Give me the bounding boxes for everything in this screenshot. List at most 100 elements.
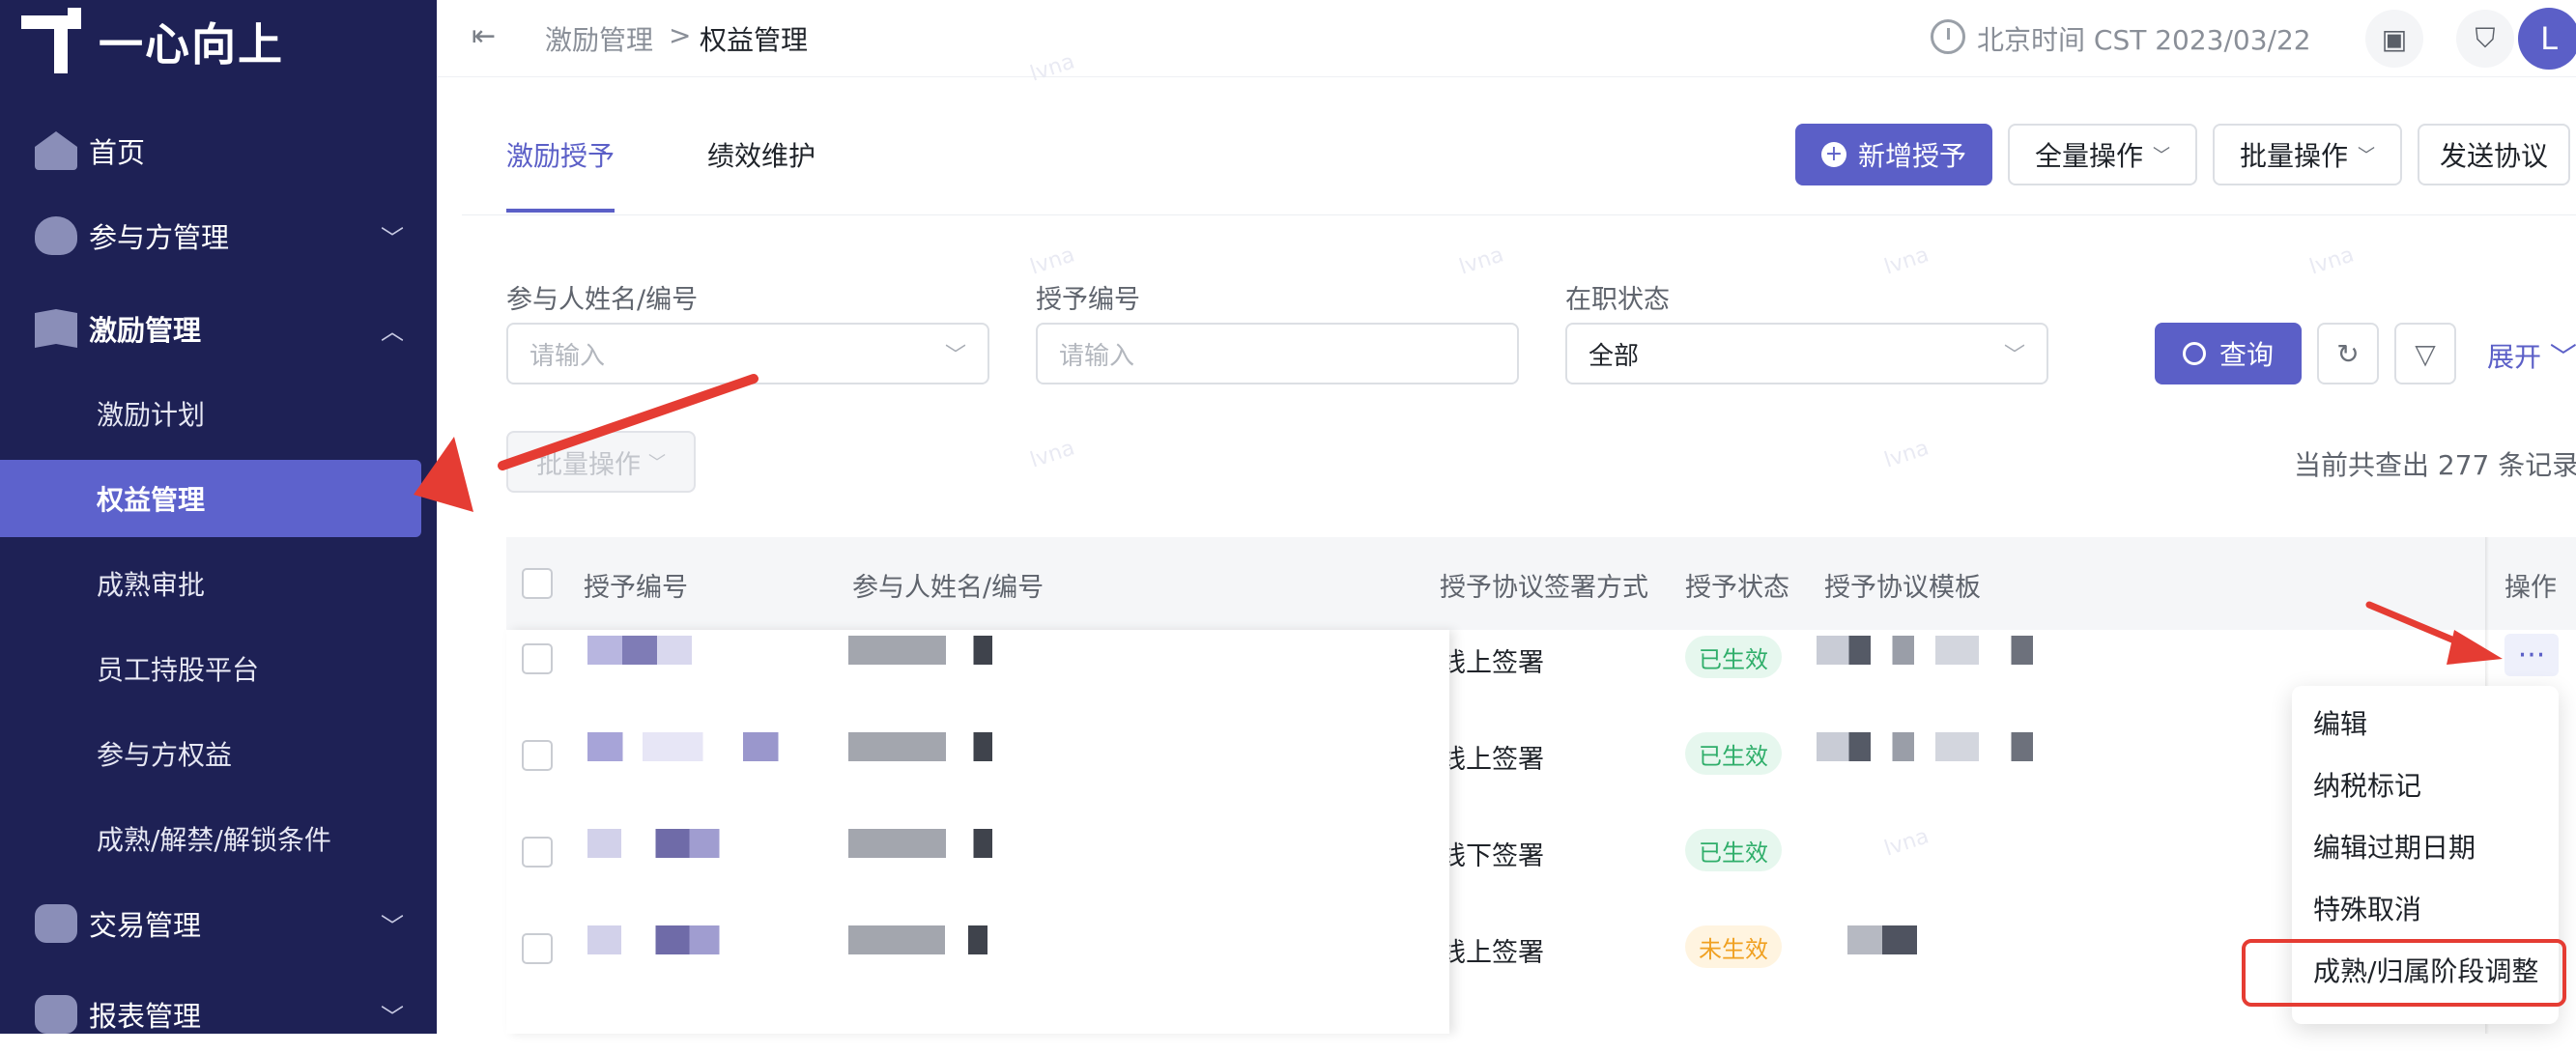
- grant-no-cell: [587, 925, 800, 954]
- all-ops-label: 全量操作: [2034, 140, 2143, 172]
- expand-toggle[interactable]: 展开 ﹀: [2487, 336, 2576, 375]
- chevron-up-icon: ︿: [381, 317, 404, 345]
- sidebar-sub-item-label: 权益管理: [97, 484, 206, 516]
- grant-no-cell: [587, 732, 839, 761]
- reset-button[interactable]: ↻: [2317, 323, 2379, 384]
- filter-icon: ▽: [2415, 337, 2436, 370]
- row-checkbox[interactable]: [522, 643, 553, 674]
- sign-method-cell: 线上签署: [1440, 648, 1544, 678]
- home-icon: [35, 131, 77, 170]
- refresh-icon: ↻: [2336, 337, 2360, 370]
- brand-logo[interactable]: 一心向上: [17, 8, 284, 75]
- frozen-columns: [506, 630, 1449, 1034]
- sidebar-sub-item-esop-platform[interactable]: 员工持股平台: [0, 630, 437, 707]
- new-grant-label: 新增授予: [1857, 140, 1966, 172]
- batch-ops-disabled-button: 批量操作 ﹀: [506, 431, 696, 493]
- expand-label: 展开: [2487, 341, 2542, 373]
- row-actions-more-button[interactable]: ···: [2504, 634, 2559, 676]
- batch-disabled-label: 批量操作: [536, 449, 641, 480]
- sign-method-cell: 线下签署: [1440, 841, 1544, 871]
- sidebar-sub-item-equity[interactable]: 权益管理: [0, 460, 421, 537]
- row-checkbox[interactable]: [522, 740, 553, 771]
- sidebar-sub-item-label: 成熟审批: [97, 569, 206, 601]
- select-all-checkbox[interactable]: [522, 568, 553, 599]
- sign-method-cell: 线上签署: [1440, 745, 1544, 775]
- send-agreement-label: 发送协议: [2439, 140, 2548, 172]
- row-checkbox[interactable]: [522, 933, 553, 964]
- grant-no-cell: [587, 829, 800, 858]
- chevron-down-icon: ﹀: [381, 224, 404, 252]
- name-filter-label: 参与人姓名/编号: [506, 285, 699, 315]
- status-badge: 已生效: [1685, 829, 1782, 871]
- chevron-down-icon: ﹀: [2549, 341, 2576, 373]
- sidebar-item-label: 报表管理: [89, 1000, 202, 1033]
- name-filter-placeholder: 请输入: [530, 341, 606, 371]
- breadcrumb-current: 权益管理: [700, 24, 809, 56]
- status-filter-select[interactable]: 全部 ﹀: [1565, 323, 2048, 384]
- chevron-down-icon: ﹀: [648, 453, 666, 473]
- chevron-down-icon: ﹀: [381, 1003, 404, 1031]
- sidebar-item-report[interactable]: 报表管理 ﹀: [0, 976, 437, 1053]
- participant-cell: [848, 925, 1042, 954]
- column-header-grant-no: 授予编号: [584, 573, 688, 603]
- result-count: 当前共查出 277 条记录: [2294, 449, 2576, 481]
- menu-item-special-cancel[interactable]: 特殊取消: [2313, 889, 2421, 927]
- batch-ops-dropdown[interactable]: 批量操作 ﹀: [2213, 124, 2402, 185]
- chevron-down-icon: ﹀: [944, 344, 966, 368]
- avatar[interactable]: L: [2518, 8, 2576, 70]
- all-ops-dropdown[interactable]: 全量操作 ﹀: [2008, 124, 2197, 185]
- status-filter-value: 全部: [1589, 341, 1640, 371]
- grant-no-placeholder: 请输入: [1059, 341, 1135, 371]
- shirt-icon[interactable]: ⛉: [2456, 10, 2514, 68]
- sidebar-item-trade[interactable]: 交易管理 ﹀: [0, 885, 437, 962]
- tab-incentive-grant[interactable]: 激励授予: [506, 135, 615, 174]
- query-button[interactable]: 查询: [2155, 323, 2302, 384]
- sidebar-sub-item-vesting-approval[interactable]: 成熟审批: [0, 545, 437, 622]
- chevron-down-icon: ﹀: [2358, 146, 2375, 166]
- query-label: 查询: [2218, 339, 2274, 371]
- sidebar-sub-item-label: 参与方权益: [97, 739, 233, 771]
- participant-icon: [35, 216, 77, 255]
- menu-collapse-icon[interactable]: ⇤: [472, 19, 506, 54]
- sidebar-sub-item-label: 员工持股平台: [97, 654, 260, 686]
- sidebar-item-participants[interactable]: 参与方管理 ﹀: [0, 197, 437, 274]
- status-badge: 已生效: [1685, 732, 1782, 775]
- search-icon: [2182, 342, 2206, 365]
- row-checkbox[interactable]: [522, 837, 553, 868]
- sidebar-item-incentive[interactable]: 激励管理 ︿: [0, 290, 437, 367]
- column-header-template: 授予协议模板: [1824, 573, 1981, 603]
- menu-item-edit[interactable]: 编辑: [2313, 703, 2367, 742]
- menu-item-tax-mark[interactable]: 纳税标记: [2313, 765, 2421, 804]
- chevron-down-icon: ﹀: [2153, 146, 2170, 166]
- sidebar-item-home[interactable]: 首页: [0, 112, 437, 189]
- batch-ops-label: 批量操作: [2239, 140, 2348, 172]
- chevron-down-icon: ﹀: [381, 912, 404, 940]
- status-filter-label: 在职状态: [1565, 285, 1670, 315]
- menu-item-edit-expiry[interactable]: 编辑过期日期: [2313, 827, 2476, 866]
- current-time: 北京时间 CST 2023/03/22: [1977, 24, 2311, 56]
- plus-icon: +: [1820, 142, 1846, 167]
- template-cell: [1817, 732, 2358, 761]
- logo-mark-icon: [17, 8, 85, 75]
- participant-cell: [848, 829, 1080, 858]
- sidebar-sub-item-plan[interactable]: 激励计划: [0, 375, 437, 452]
- sidebar-item-label: 参与方管理: [89, 221, 230, 254]
- sidebar-sub-item-participant-equity[interactable]: 参与方权益: [0, 715, 437, 792]
- filter-button[interactable]: ▽: [2394, 323, 2456, 384]
- clipboard-icon[interactable]: ▣: [2365, 10, 2423, 68]
- participant-cell: [848, 732, 1080, 761]
- clock-icon: [1931, 19, 1965, 54]
- column-header-participant: 参与人姓名/编号: [852, 573, 1045, 603]
- grant-no-input[interactable]: 请输入: [1036, 323, 1519, 384]
- sidebar-item-label: 交易管理: [89, 909, 202, 942]
- grant-no-cell: [587, 636, 781, 665]
- grant-no-filter-label: 授予编号: [1036, 285, 1140, 315]
- sidebar-sub-item-label: 成熟/解禁/解锁条件: [97, 824, 331, 856]
- tab-performance[interactable]: 绩效维护: [707, 135, 816, 174]
- sidebar-sub-item-conditions[interactable]: 成熟/解禁/解锁条件: [0, 800, 437, 877]
- tab-active-indicator: [506, 209, 615, 213]
- new-grant-button[interactable]: + 新增授予: [1795, 124, 1992, 185]
- breadcrumb-parent[interactable]: 激励管理: [545, 19, 653, 58]
- name-filter-select[interactable]: 请输入 ﹀: [506, 323, 989, 384]
- send-agreement-button[interactable]: 发送协议: [2418, 124, 2570, 185]
